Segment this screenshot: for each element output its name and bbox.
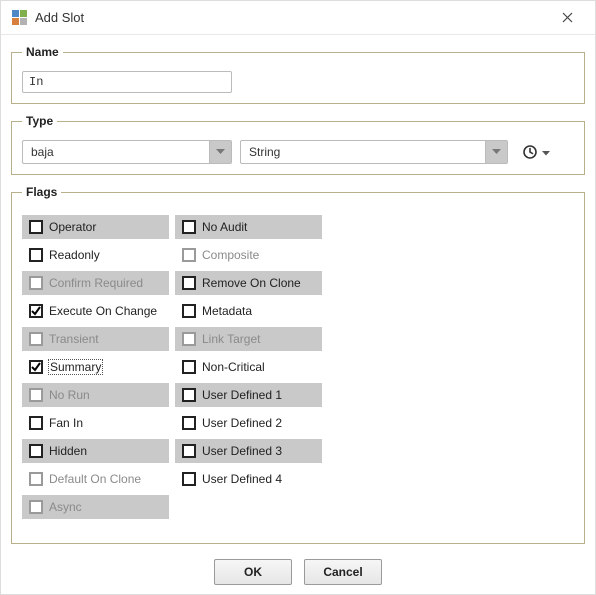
close-button[interactable] <box>547 4 587 32</box>
flag-user-defined-2[interactable]: User Defined 2 <box>175 411 322 435</box>
checkbox-icon[interactable] <box>29 416 43 430</box>
flag-no-run: No Run <box>22 383 169 407</box>
flag-user-defined-1[interactable]: User Defined 1 <box>175 383 322 407</box>
flag-label: Fan In <box>49 416 83 430</box>
flags-grid: Operator No Audit Readonly Composite Confirm… <box>22 211 574 519</box>
flag-label: User Defined 4 <box>202 472 282 486</box>
flag-label: Summary <box>49 360 102 374</box>
checkbox-icon[interactable] <box>29 304 43 318</box>
ok-button[interactable]: OK <box>214 559 292 585</box>
button-bar: OK Cancel <box>1 550 595 594</box>
flag-execute-on-change[interactable]: Execute On Change <box>22 299 169 323</box>
group-flags: Flags Operator No Audit Readonly Composite C… <box>11 185 585 544</box>
flag-no-audit[interactable]: No Audit <box>175 215 322 239</box>
chevron-down-icon[interactable] <box>209 141 231 163</box>
chevron-down-icon <box>542 145 550 159</box>
flag-label: User Defined 1 <box>202 388 282 402</box>
name-input[interactable] <box>22 71 232 93</box>
flag-label: No Audit <box>202 220 247 234</box>
flag-label: Composite <box>202 248 259 262</box>
flag-hidden[interactable]: Hidden <box>22 439 169 463</box>
flag-label: Link Target <box>202 332 260 346</box>
dialog-add-slot: Add Slot Name Type baja String <box>0 0 596 595</box>
group-name: Name <box>11 45 585 104</box>
history-icon <box>520 142 540 162</box>
checkbox-icon[interactable] <box>182 388 196 402</box>
checkbox-icon[interactable] <box>29 444 43 458</box>
checkbox-icon <box>29 276 43 290</box>
flag-label: Execute On Change <box>49 304 157 318</box>
flag-fan-in[interactable]: Fan In <box>22 411 169 435</box>
flag-label: Hidden <box>49 444 87 458</box>
flag-composite: Composite <box>175 243 322 267</box>
chevron-down-icon[interactable] <box>485 141 507 163</box>
flag-readonly[interactable]: Readonly <box>22 243 169 267</box>
checkbox-icon <box>182 332 196 346</box>
flag-metadata[interactable]: Metadata <box>175 299 322 323</box>
checkbox-icon <box>182 248 196 262</box>
type-name-combo[interactable]: String <box>240 140 508 164</box>
group-type: Type baja String <box>11 114 585 175</box>
type-history-button[interactable] <box>520 142 550 162</box>
flag-label: Non-Critical <box>202 360 265 374</box>
flag-label: Confirm Required <box>49 276 143 290</box>
checkbox-icon <box>29 332 43 346</box>
flag-label: No Run <box>49 388 90 402</box>
checkbox-icon <box>29 500 43 514</box>
flag-user-defined-4[interactable]: User Defined 4 <box>175 467 322 491</box>
flag-label: Metadata <box>202 304 252 318</box>
flag-remove-on-clone[interactable]: Remove On Clone <box>175 271 322 295</box>
flag-link-target: Link Target <box>175 327 322 351</box>
titlebar: Add Slot <box>1 1 595 35</box>
flag-label: Async <box>49 500 82 514</box>
flag-label: User Defined 3 <box>202 444 282 458</box>
checkbox-icon[interactable] <box>182 444 196 458</box>
checkbox-icon[interactable] <box>29 248 43 262</box>
flag-label: Transient <box>49 332 99 346</box>
checkbox-icon[interactable] <box>29 360 43 374</box>
type-name-value: String <box>241 141 485 163</box>
flag-label: User Defined 2 <box>202 416 282 430</box>
app-icon <box>11 10 27 26</box>
type-module-combo[interactable]: baja <box>22 140 232 164</box>
flag-label: Default On Clone <box>49 472 141 486</box>
flag-user-defined-3[interactable]: User Defined 3 <box>175 439 322 463</box>
checkbox-icon <box>29 472 43 486</box>
flag-async: Async <box>22 495 169 519</box>
flag-non-critical[interactable]: Non-Critical <box>175 355 322 379</box>
flag-operator[interactable]: Operator <box>22 215 169 239</box>
checkbox-icon[interactable] <box>182 276 196 290</box>
cancel-button[interactable]: Cancel <box>304 559 382 585</box>
checkbox-icon[interactable] <box>182 220 196 234</box>
group-flags-legend: Flags <box>22 185 61 199</box>
checkbox-icon[interactable] <box>182 360 196 374</box>
flag-confirm-required: Confirm Required <box>22 271 169 295</box>
flag-label: Operator <box>49 220 96 234</box>
checkbox-icon[interactable] <box>182 472 196 486</box>
checkbox-icon[interactable] <box>182 304 196 318</box>
flag-label: Readonly <box>49 248 100 262</box>
flag-label: Remove On Clone <box>202 276 301 290</box>
dialog-content: Name Type baja String <box>1 35 595 550</box>
window-title: Add Slot <box>35 10 547 25</box>
group-type-legend: Type <box>22 114 57 128</box>
flag-summary[interactable]: Summary <box>22 355 169 379</box>
flag-transient: Transient <box>22 327 169 351</box>
flag-default-on-clone: Default On Clone <box>22 467 169 491</box>
checkbox-icon <box>29 388 43 402</box>
checkbox-icon[interactable] <box>182 416 196 430</box>
group-name-legend: Name <box>22 45 63 59</box>
checkbox-icon[interactable] <box>29 220 43 234</box>
type-module-value: baja <box>23 141 209 163</box>
